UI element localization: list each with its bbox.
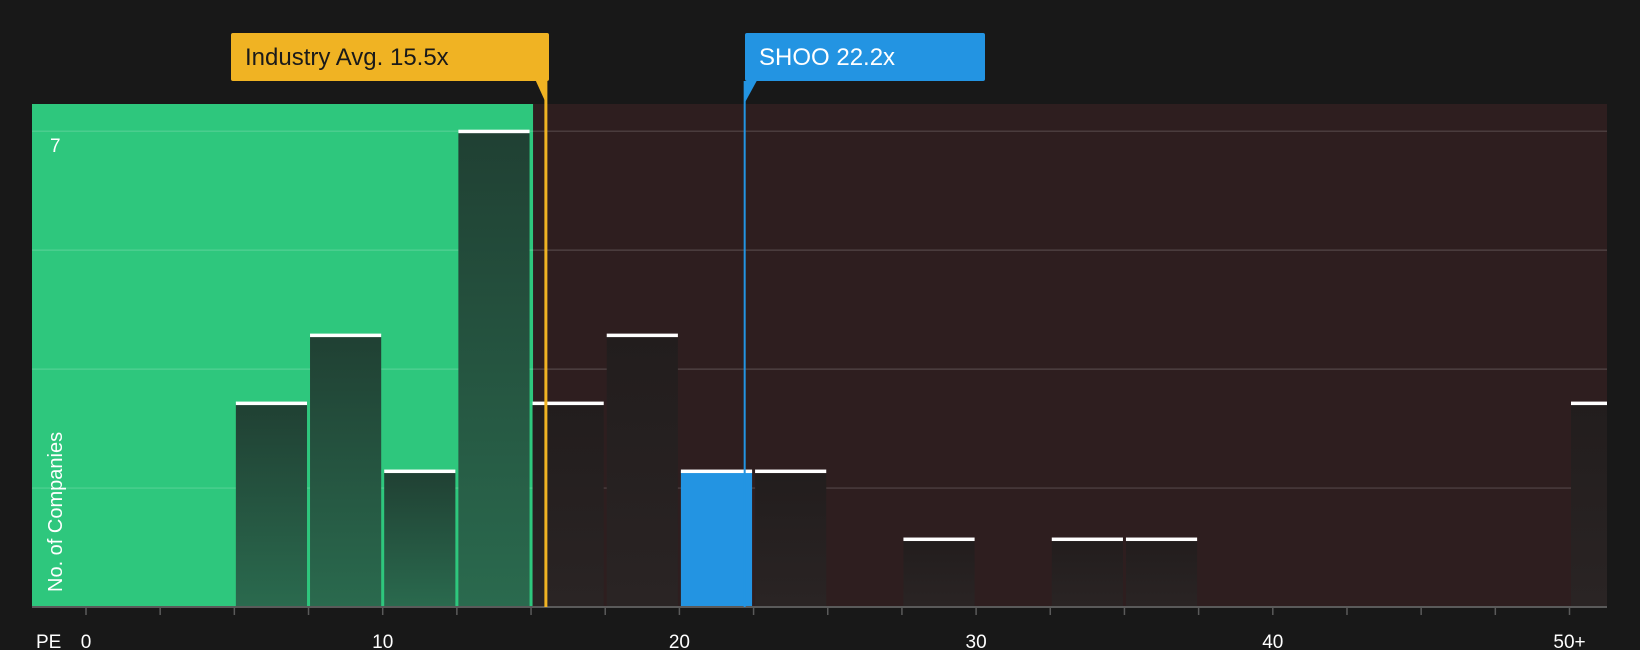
histogram-bar xyxy=(310,335,382,607)
x-axis-label: PE xyxy=(36,632,61,650)
histogram-bar xyxy=(1051,539,1123,607)
x-tick-label: 20 xyxy=(669,632,690,650)
histogram-bar-cap xyxy=(680,469,753,474)
histogram-bar xyxy=(1125,539,1198,607)
histogram-bar-cap xyxy=(1051,537,1123,542)
pe-histogram-svg: 0 10 20 30 40 50+ PE 7 No. of Companies Industry… xyxy=(32,33,1607,650)
histogram-bar xyxy=(755,471,827,607)
x-tick-label: 10 xyxy=(372,632,393,650)
histogram-bar-cap xyxy=(606,333,678,338)
company-label-text: SHOO 22.2x xyxy=(759,44,895,71)
x-tick-label: 40 xyxy=(1262,632,1283,650)
histogram-bar-cap xyxy=(235,401,308,406)
histogram-bar xyxy=(1571,403,1607,607)
histogram-bar-cap xyxy=(903,537,975,542)
histogram-bar xyxy=(680,471,753,607)
y-tick-label: 7 xyxy=(50,136,61,157)
histogram-bar xyxy=(532,403,604,607)
industry-avg-marker-pointer xyxy=(535,81,546,103)
histogram-bar xyxy=(384,471,456,607)
histogram-bar xyxy=(903,539,975,607)
histogram-bar-cap xyxy=(310,333,382,338)
histogram-bar-cap xyxy=(755,469,827,474)
histogram-bar xyxy=(606,335,678,607)
industry-avg-label-text: Industry Avg. 15.5x xyxy=(245,44,449,71)
histogram-bar-cap xyxy=(1571,401,1607,406)
histogram-bar-cap xyxy=(1125,537,1198,542)
x-tick-label: 0 xyxy=(81,632,92,650)
histogram-bar-cap xyxy=(532,401,604,406)
company-marker-pointer xyxy=(744,81,757,103)
pe-distribution-chart: 0 10 20 30 40 50+ PE 7 No. of Companies Industry… xyxy=(0,0,1640,650)
y-axis-label: No. of Companies xyxy=(45,432,67,592)
histogram-bar-cap xyxy=(458,129,530,134)
histogram-bar-cap xyxy=(384,469,456,474)
histogram-bar xyxy=(458,131,530,607)
x-tick-label: 50+ xyxy=(1553,632,1585,650)
histogram-bar xyxy=(235,403,308,607)
x-tick-label: 30 xyxy=(966,632,987,650)
